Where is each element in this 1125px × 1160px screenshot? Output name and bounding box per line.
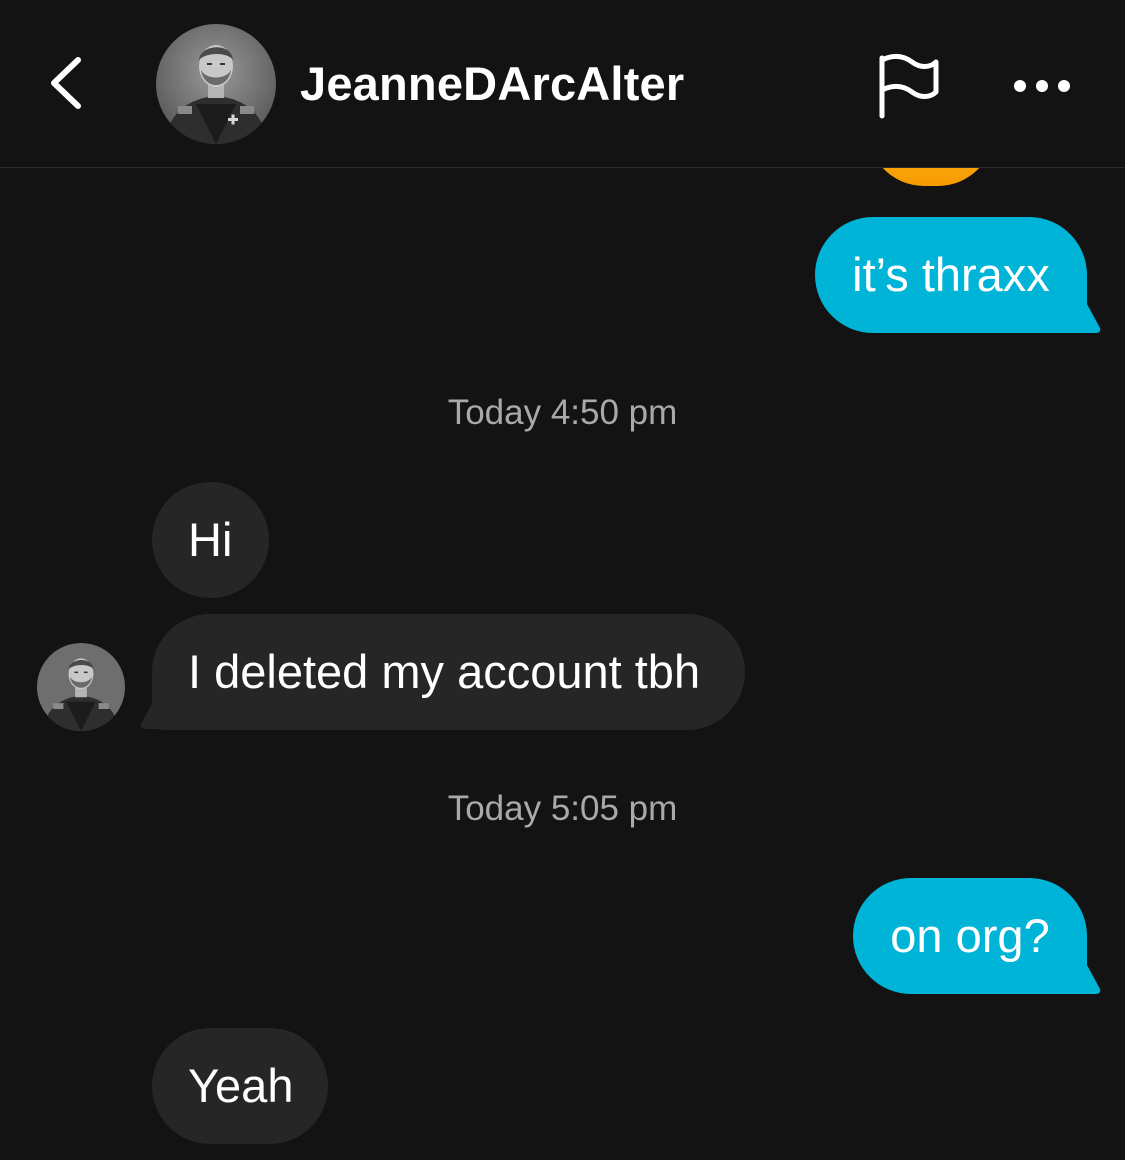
incoming-message-bubble[interactable]: I deleted my account tbh [152,614,745,730]
contact-avatar[interactable] [156,24,276,144]
more-options-button[interactable] [1002,66,1082,106]
bubble-tail [1070,965,1101,994]
incoming-message-bubble[interactable]: Hi [152,482,269,598]
chevron-left-icon [51,57,81,109]
sender-avatar[interactable] [37,643,125,731]
person-portrait-avatar-icon [37,643,125,731]
bubble-tail [1070,304,1101,333]
timestamp: Today 5:05 pm [447,789,678,828]
outgoing-message-bubble[interactable]: it’s thraxx [815,217,1087,333]
person-portrait-avatar-icon [156,24,276,144]
flag-icon [879,53,939,119]
report-button[interactable] [872,50,948,122]
back-button[interactable] [38,50,98,116]
more-horizontal-icon [1014,80,1070,92]
incoming-message-bubble[interactable]: Yeah [152,1028,328,1144]
contact-name[interactable]: JeanneDArcAlter [300,56,684,111]
bubble-tail [140,700,171,729]
chat-header: JeanneDArcAlter [0,0,1125,168]
timestamp: Today 4:50 pm [447,393,678,432]
outgoing-message-bubble[interactable]: on org? [853,878,1087,994]
